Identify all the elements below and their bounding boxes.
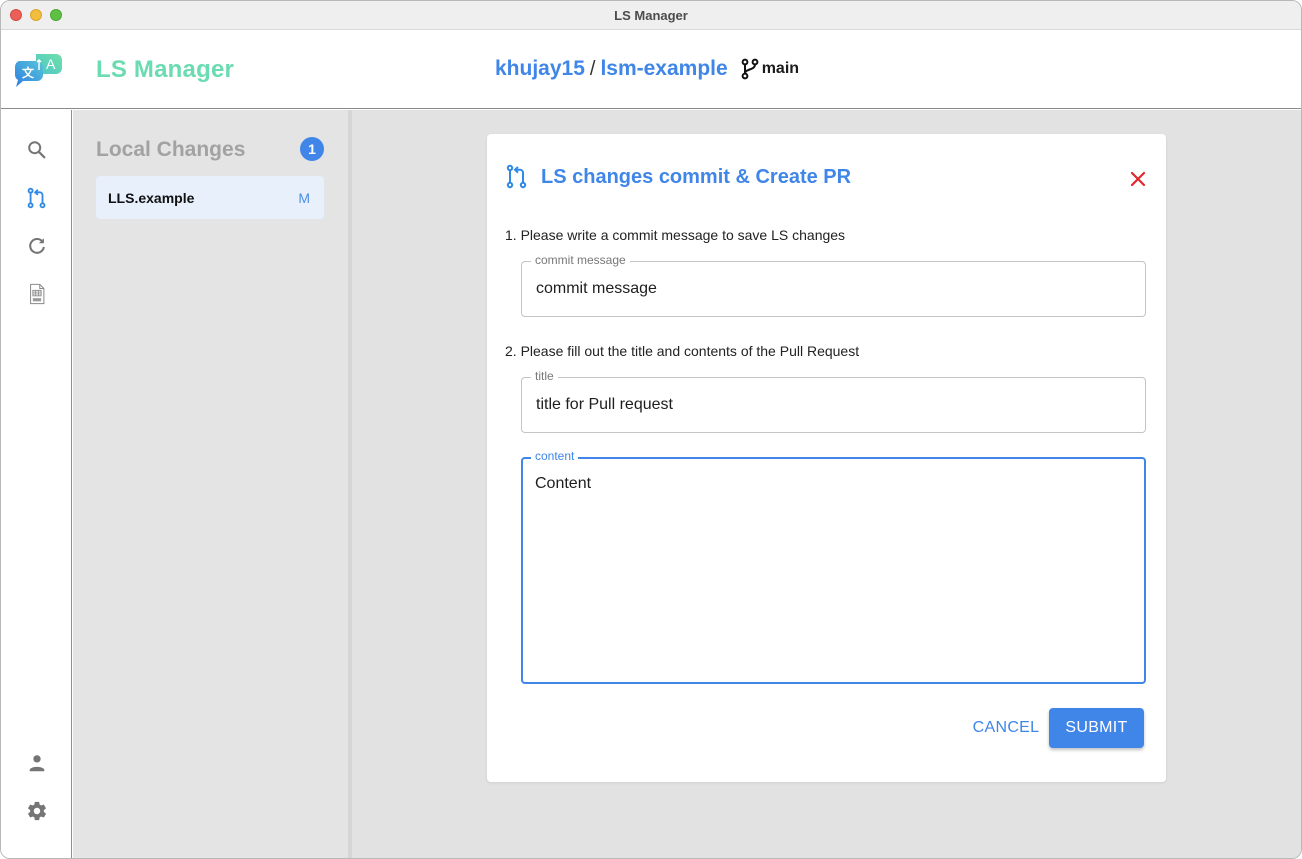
repo-owner-link[interactable]: khujay15 — [495, 57, 585, 81]
refresh-button[interactable] — [24, 233, 50, 259]
step-1-instruction: 1. Please write a commit message to save… — [505, 227, 846, 243]
dialog-title: LS changes commit & Create PR — [541, 166, 852, 188]
xls-file-button[interactable] — [24, 281, 50, 307]
file-status-badge: M — [298, 189, 310, 206]
branch-name: main — [761, 60, 800, 77]
pr-title-label: title — [531, 369, 558, 383]
account-button[interactable] — [24, 750, 50, 776]
app-window: LS Manager 文 A LS Manager khujay15 / lsm… — [0, 0, 1302, 859]
translate-chat-icon: 文 A — [14, 54, 62, 87]
close-icon — [1130, 171, 1146, 187]
commit-message-input[interactable] — [536, 280, 1131, 298]
pr-content-field: content Content — [521, 449, 1146, 684]
app-name: LS Manager — [96, 56, 235, 83]
repo-separator: / — [589, 57, 596, 80]
local-changes-panel: Local Changes 1 LLS.example M — [73, 110, 349, 858]
activity-bar — [1, 110, 72, 858]
repo-breadcrumb: khujay15 / lsm-example main — [495, 57, 799, 81]
commit-pr-dialog: LS changes commit & Create PR 1. Please … — [487, 134, 1166, 782]
branch-indicator[interactable]: main — [740, 58, 799, 80]
app-header: 文 A LS Manager khujay15 / lsm-example ma… — [1, 30, 1301, 109]
gear-icon — [28, 801, 46, 821]
step-2-instruction: 2. Please fill out the title and content… — [505, 343, 860, 359]
window-title: LS Manager — [614, 8, 688, 23]
xls-file-icon — [30, 283, 45, 305]
git-pull-request-icon — [506, 164, 527, 189]
title-bar: LS Manager — [1, 1, 1301, 30]
pr-title-field: title — [521, 369, 1146, 433]
dialog-close-button[interactable] — [1127, 168, 1149, 190]
changes-count-badge: 1 — [300, 137, 324, 161]
cancel-button[interactable]: CANCEL — [969, 708, 1043, 748]
refresh-icon — [29, 238, 45, 254]
submit-button[interactable]: SUBMIT — [1049, 708, 1144, 748]
search-button[interactable] — [24, 137, 50, 163]
local-changes-title: Local Changes — [96, 138, 246, 161]
commit-message-field: commit message — [521, 253, 1146, 317]
git-pull-request-icon — [27, 187, 46, 209]
commit-message-label: commit message — [531, 253, 630, 267]
pr-content-textarea[interactable]: Content — [535, 475, 1130, 665]
git-branch-icon — [741, 58, 759, 80]
changed-file-name: LLS.example — [108, 189, 195, 206]
person-icon — [29, 755, 45, 772]
changed-file-item[interactable]: LLS.example M — [96, 176, 324, 219]
search-icon — [28, 141, 46, 159]
pull-request-button[interactable] — [24, 185, 50, 211]
pr-content-label: content — [531, 449, 579, 463]
svg-text:A: A — [46, 56, 56, 72]
repo-name-link[interactable]: lsm-example — [600, 57, 727, 81]
svg-text:文: 文 — [22, 65, 35, 80]
pr-title-input[interactable] — [536, 396, 1131, 414]
settings-button[interactable] — [24, 798, 50, 824]
